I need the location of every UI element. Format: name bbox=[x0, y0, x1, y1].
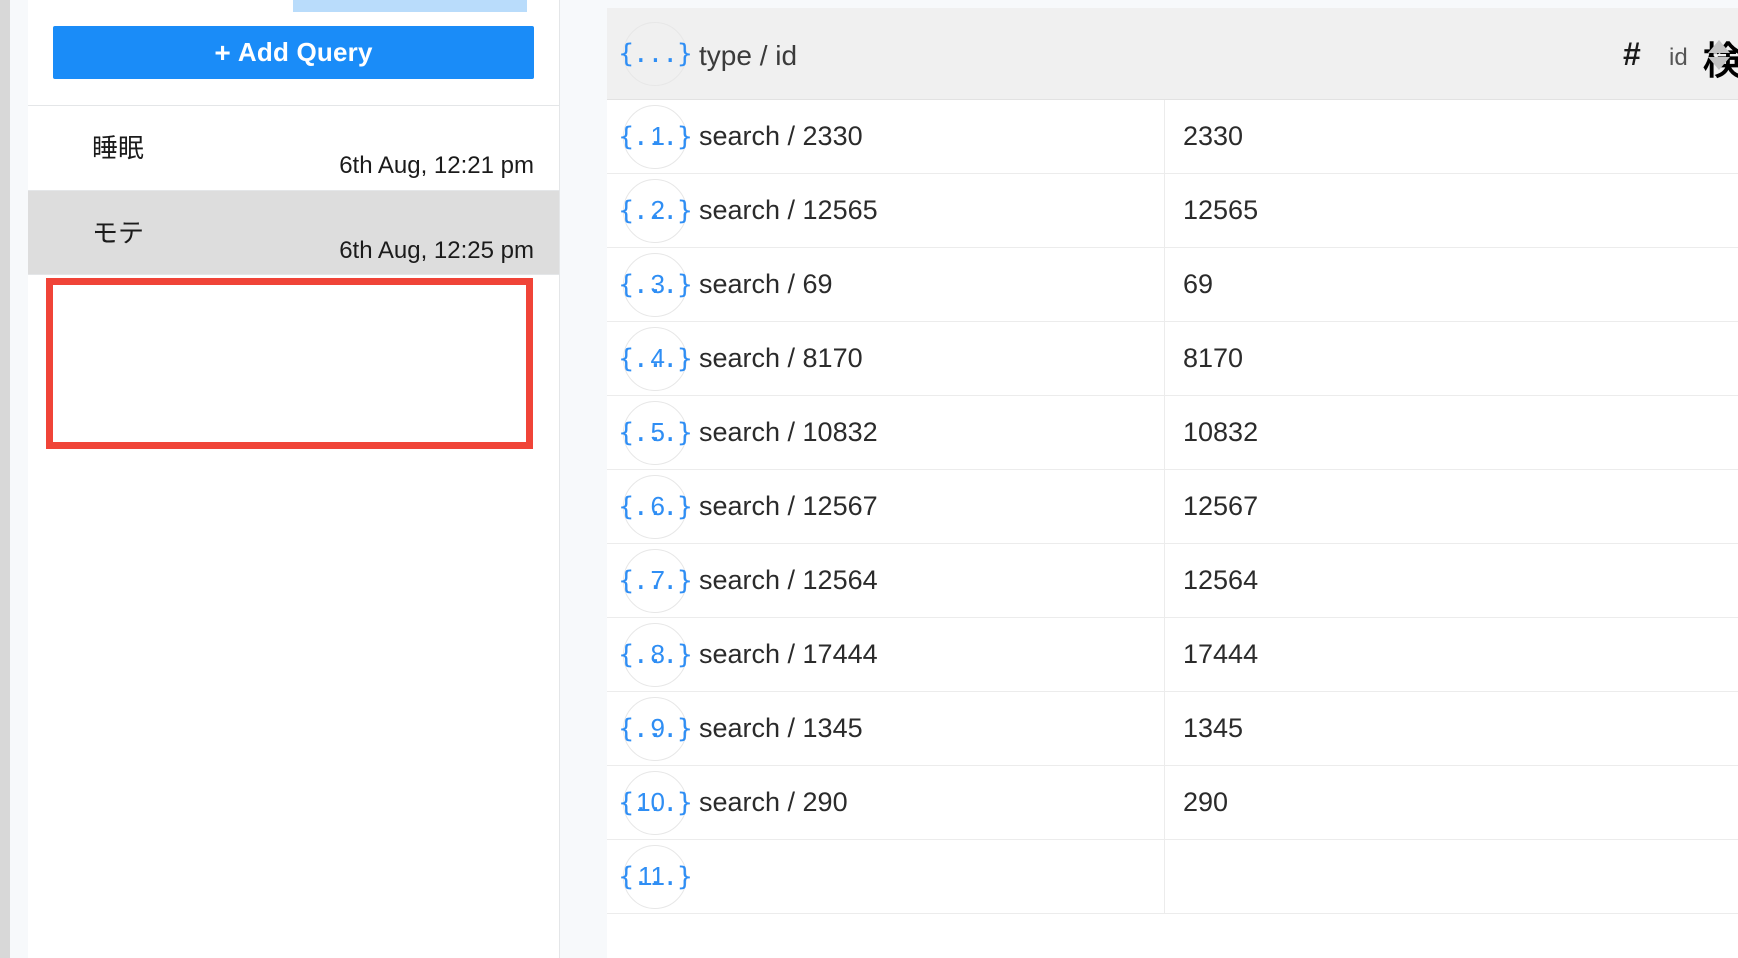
table-row[interactable]: 2 {...} search / 12565 12565 bbox=[607, 174, 1738, 248]
query-title: モテ bbox=[92, 219, 145, 249]
id-value: 17444 bbox=[1183, 639, 1259, 669]
table-row[interactable]: 6 {...} search / 12567 12567 bbox=[607, 470, 1738, 544]
cell-type-id: 6 {...} search / 12567 bbox=[607, 470, 1165, 543]
query-sidebar: + Add Query 睡眠 6th Aug, 12:21 pm モテ 6th A… bbox=[28, 0, 560, 958]
cell-type-id: 3 {...} search / 69 bbox=[607, 248, 1165, 321]
table-top-gap bbox=[607, 0, 1738, 8]
query-list-item-1[interactable]: モテ 6th Aug, 12:25 pm bbox=[28, 190, 559, 275]
query-timestamp: 6th Aug, 12:21 pm bbox=[339, 152, 534, 179]
braces-icon: {...} bbox=[618, 105, 693, 169]
braces-icon: {...} bbox=[618, 697, 693, 761]
id-value: 12564 bbox=[1183, 565, 1259, 595]
table-row[interactable]: 8 {...} search / 17444 17444 bbox=[607, 618, 1738, 692]
braces-icon: {...} bbox=[618, 845, 693, 909]
sort-updown-icon[interactable] bbox=[1708, 40, 1730, 74]
table-row[interactable]: 1 {...} search / 2330 2330 bbox=[607, 100, 1738, 174]
left-gutter bbox=[10, 0, 28, 958]
braces-icon: {...} bbox=[618, 179, 693, 243]
braces-icon: {...} bbox=[618, 623, 693, 687]
braces-icon: {...} bbox=[618, 401, 693, 465]
cell-type-id: 5 {...} search / 10832 bbox=[607, 396, 1165, 469]
table-row[interactable]: 10 {...} search / 290 290 bbox=[607, 766, 1738, 840]
annotation-highlight-box-sidebar bbox=[46, 278, 533, 449]
braces-icon: {...} bbox=[618, 327, 693, 391]
id-value: 8170 bbox=[1183, 343, 1244, 373]
table-row[interactable]: 7 {...} search / 12564 12564 bbox=[607, 544, 1738, 618]
type-id-value: search / 69 bbox=[699, 269, 833, 299]
id-value: 69 bbox=[1183, 269, 1214, 299]
cell-type-id: 7 {...} search / 12564 bbox=[607, 544, 1165, 617]
hash-icon: # bbox=[1623, 36, 1641, 72]
query-timestamp: 6th Aug, 12:25 pm bbox=[339, 237, 534, 264]
type-id-value: search / 1345 bbox=[699, 713, 863, 743]
id-value: 12567 bbox=[1183, 491, 1259, 521]
type-id-value: search / 12565 bbox=[699, 195, 878, 225]
column-header-label: id bbox=[1669, 44, 1688, 71]
type-id-value: search / 10832 bbox=[699, 417, 878, 447]
id-value: 2330 bbox=[1183, 121, 1244, 151]
window-edge-scrollbar[interactable] bbox=[0, 0, 10, 958]
cell-type-id: 8 {...} search / 17444 bbox=[607, 618, 1165, 691]
divider bbox=[28, 274, 559, 275]
braces-icon: {...} bbox=[618, 475, 693, 539]
text-selection-highlight bbox=[293, 0, 527, 12]
column-header-type-id[interactable]: {...} type / id bbox=[607, 8, 1165, 100]
cell-type-id: 2 {...} search / 12565 bbox=[607, 174, 1165, 247]
table-row[interactable]: 4 {...} search / 8170 8170 bbox=[607, 322, 1738, 396]
query-title: 睡眠 bbox=[92, 134, 145, 164]
panel-gutter bbox=[561, 0, 607, 958]
cell-type-id: 9 {...} search / 1345 bbox=[607, 692, 1165, 765]
plus-icon: + bbox=[214, 37, 231, 68]
id-value: 12565 bbox=[1183, 195, 1259, 225]
type-id-value: search / 12564 bbox=[699, 565, 878, 595]
app-root: + Add Query 睡眠 6th Aug, 12:21 pm モテ 6th A… bbox=[0, 0, 1738, 958]
sort-asc-arrow-icon bbox=[1708, 40, 1730, 53]
table-row[interactable]: 5 {...} search / 10832 10832 bbox=[607, 396, 1738, 470]
id-value: 290 bbox=[1183, 787, 1229, 817]
table-body: 1 {...} search / 2330 2330 2 {...} searc… bbox=[607, 100, 1738, 914]
type-id-value: search / 12567 bbox=[699, 491, 878, 521]
add-query-container: + Add Query bbox=[28, 26, 559, 79]
table-header-row: {...} type / id # id 検索結果が返ってくる bbox=[607, 8, 1738, 100]
results-table-panel: {...} type / id # id 検索結果が返ってくる 1 {...} … bbox=[607, 0, 1738, 958]
id-value: 10832 bbox=[1183, 417, 1259, 447]
braces-icon: {...} bbox=[618, 253, 693, 317]
cell-type-id: 11 {...} bbox=[607, 840, 1165, 913]
braces-icon: {...} bbox=[618, 22, 693, 86]
type-id-value: search / 8170 bbox=[699, 343, 863, 373]
type-id-value: search / 2330 bbox=[699, 121, 863, 151]
cell-type-id: 4 {...} search / 8170 bbox=[607, 322, 1165, 395]
type-id-value: search / 290 bbox=[699, 787, 848, 817]
add-query-button[interactable]: + Add Query bbox=[53, 26, 534, 79]
cell-type-id: 10 {...} search / 290 bbox=[607, 766, 1165, 839]
table-row[interactable]: 11 {...} bbox=[607, 840, 1738, 914]
column-header-label: type / id bbox=[699, 40, 798, 71]
sort-desc-arrow-icon bbox=[1708, 57, 1730, 70]
table-row[interactable]: 3 {...} search / 69 69 bbox=[607, 248, 1738, 322]
id-value bbox=[1165, 840, 1738, 913]
query-list: 睡眠 6th Aug, 12:21 pm モテ 6th Aug, 12:25 p… bbox=[28, 105, 559, 275]
add-query-label: Add Query bbox=[237, 37, 373, 67]
query-list-item-0[interactable]: 睡眠 6th Aug, 12:21 pm bbox=[28, 105, 559, 190]
cell-type-id: 1 {...} search / 2330 bbox=[607, 100, 1165, 173]
table-row[interactable]: 9 {...} search / 1345 1345 bbox=[607, 692, 1738, 766]
braces-icon: {...} bbox=[618, 549, 693, 613]
braces-icon: {...} bbox=[618, 771, 693, 835]
id-value: 1345 bbox=[1183, 713, 1244, 743]
type-id-value: search / 17444 bbox=[699, 639, 878, 669]
column-header-id[interactable]: # id 検索結果が返ってくる bbox=[1165, 8, 1738, 100]
